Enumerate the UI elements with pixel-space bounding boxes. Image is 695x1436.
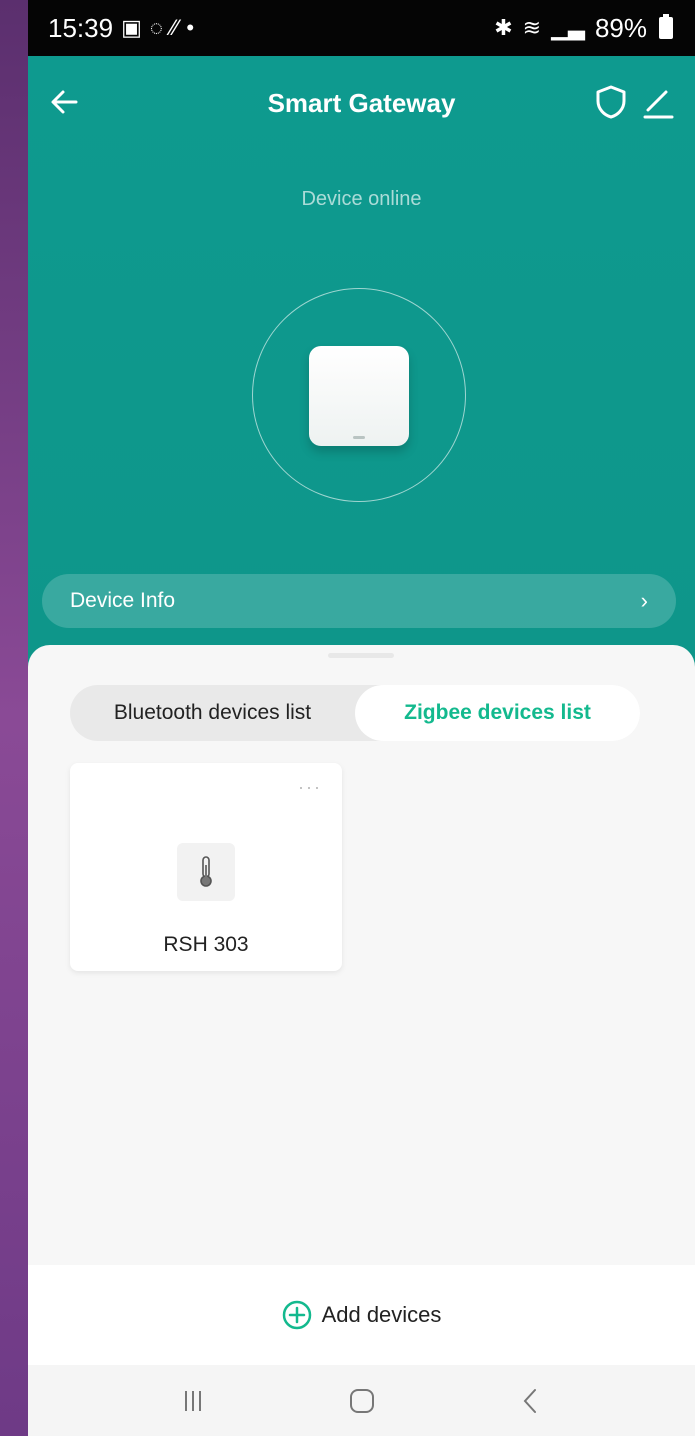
gateway-device-image: [309, 346, 409, 446]
signal-slash-icon: ⁄⁄: [170, 15, 179, 40]
tab-bluetooth-devices[interactable]: Bluetooth devices list: [70, 685, 355, 741]
recent-apps-icon: [184, 1390, 201, 1411]
home-icon: [349, 1388, 374, 1413]
chevron-right-icon: ›: [640, 588, 648, 613]
thermometer-icon: [177, 843, 235, 901]
battery-icon: [659, 14, 673, 39]
device-info-label: Device Info: [70, 589, 176, 612]
status-left: 15:39 ▣ ◌ ⁄⁄ •: [48, 13, 194, 44]
shield-icon[interactable]: [594, 84, 628, 120]
back-arrow-icon[interactable]: [46, 84, 82, 120]
device-header: Smart Gateway Device online Device Info …: [28, 56, 695, 676]
status-bar: 15:39 ▣ ◌ ⁄⁄ • ✱ ≋ ▁▃ 89%: [28, 0, 695, 56]
battery-percent: 89%: [594, 12, 647, 43]
more-options-icon[interactable]: ···: [298, 777, 322, 798]
phone-screen: 15:39 ▣ ◌ ⁄⁄ • ✱ ≋ ▁▃ 89% Smart Gateway: [28, 0, 695, 1436]
plus-circle-icon: [282, 1300, 311, 1330]
device-info-button[interactable]: Device Info ›: [42, 574, 676, 628]
status-time: 15:39: [48, 12, 114, 43]
whatsapp-icon: ◌: [149, 15, 163, 40]
devices-sheet: Bluetooth devices list Zigbee devices li…: [28, 645, 695, 1265]
add-devices-button[interactable]: Add devices: [282, 1300, 442, 1330]
gallery-icon: ▣: [121, 15, 142, 40]
edit-icon[interactable]: [642, 82, 674, 122]
device-status: Device online: [301, 188, 422, 210]
status-right: ✱ ≋ ▁▃ 89%: [494, 13, 673, 44]
wifi-icon: ≋: [522, 15, 542, 40]
bluetooth-icon: ✱: [494, 15, 513, 40]
page-title: Smart Gateway: [267, 87, 456, 118]
home-button[interactable]: [332, 1376, 392, 1426]
device-card[interactable]: ··· RSH 303: [70, 763, 342, 971]
back-button[interactable]: [501, 1376, 561, 1426]
back-chevron-icon: [523, 1388, 536, 1413]
app-bar: Smart Gateway: [28, 56, 695, 150]
add-devices-label: Add devices: [321, 1302, 442, 1327]
system-nav-bar: [28, 1365, 695, 1436]
tab-zigbee-devices[interactable]: Zigbee devices list: [355, 685, 640, 741]
signal-icon: ▁▃: [551, 15, 585, 40]
recent-apps-button[interactable]: [163, 1376, 223, 1426]
device-list-tabs: Bluetooth devices list Zigbee devices li…: [70, 685, 640, 741]
device-name: RSH 303: [163, 933, 249, 956]
notification-dot-icon: •: [186, 15, 195, 40]
sheet-handle[interactable]: [328, 653, 394, 658]
bottom-action-bar: Add devices: [28, 1265, 695, 1365]
